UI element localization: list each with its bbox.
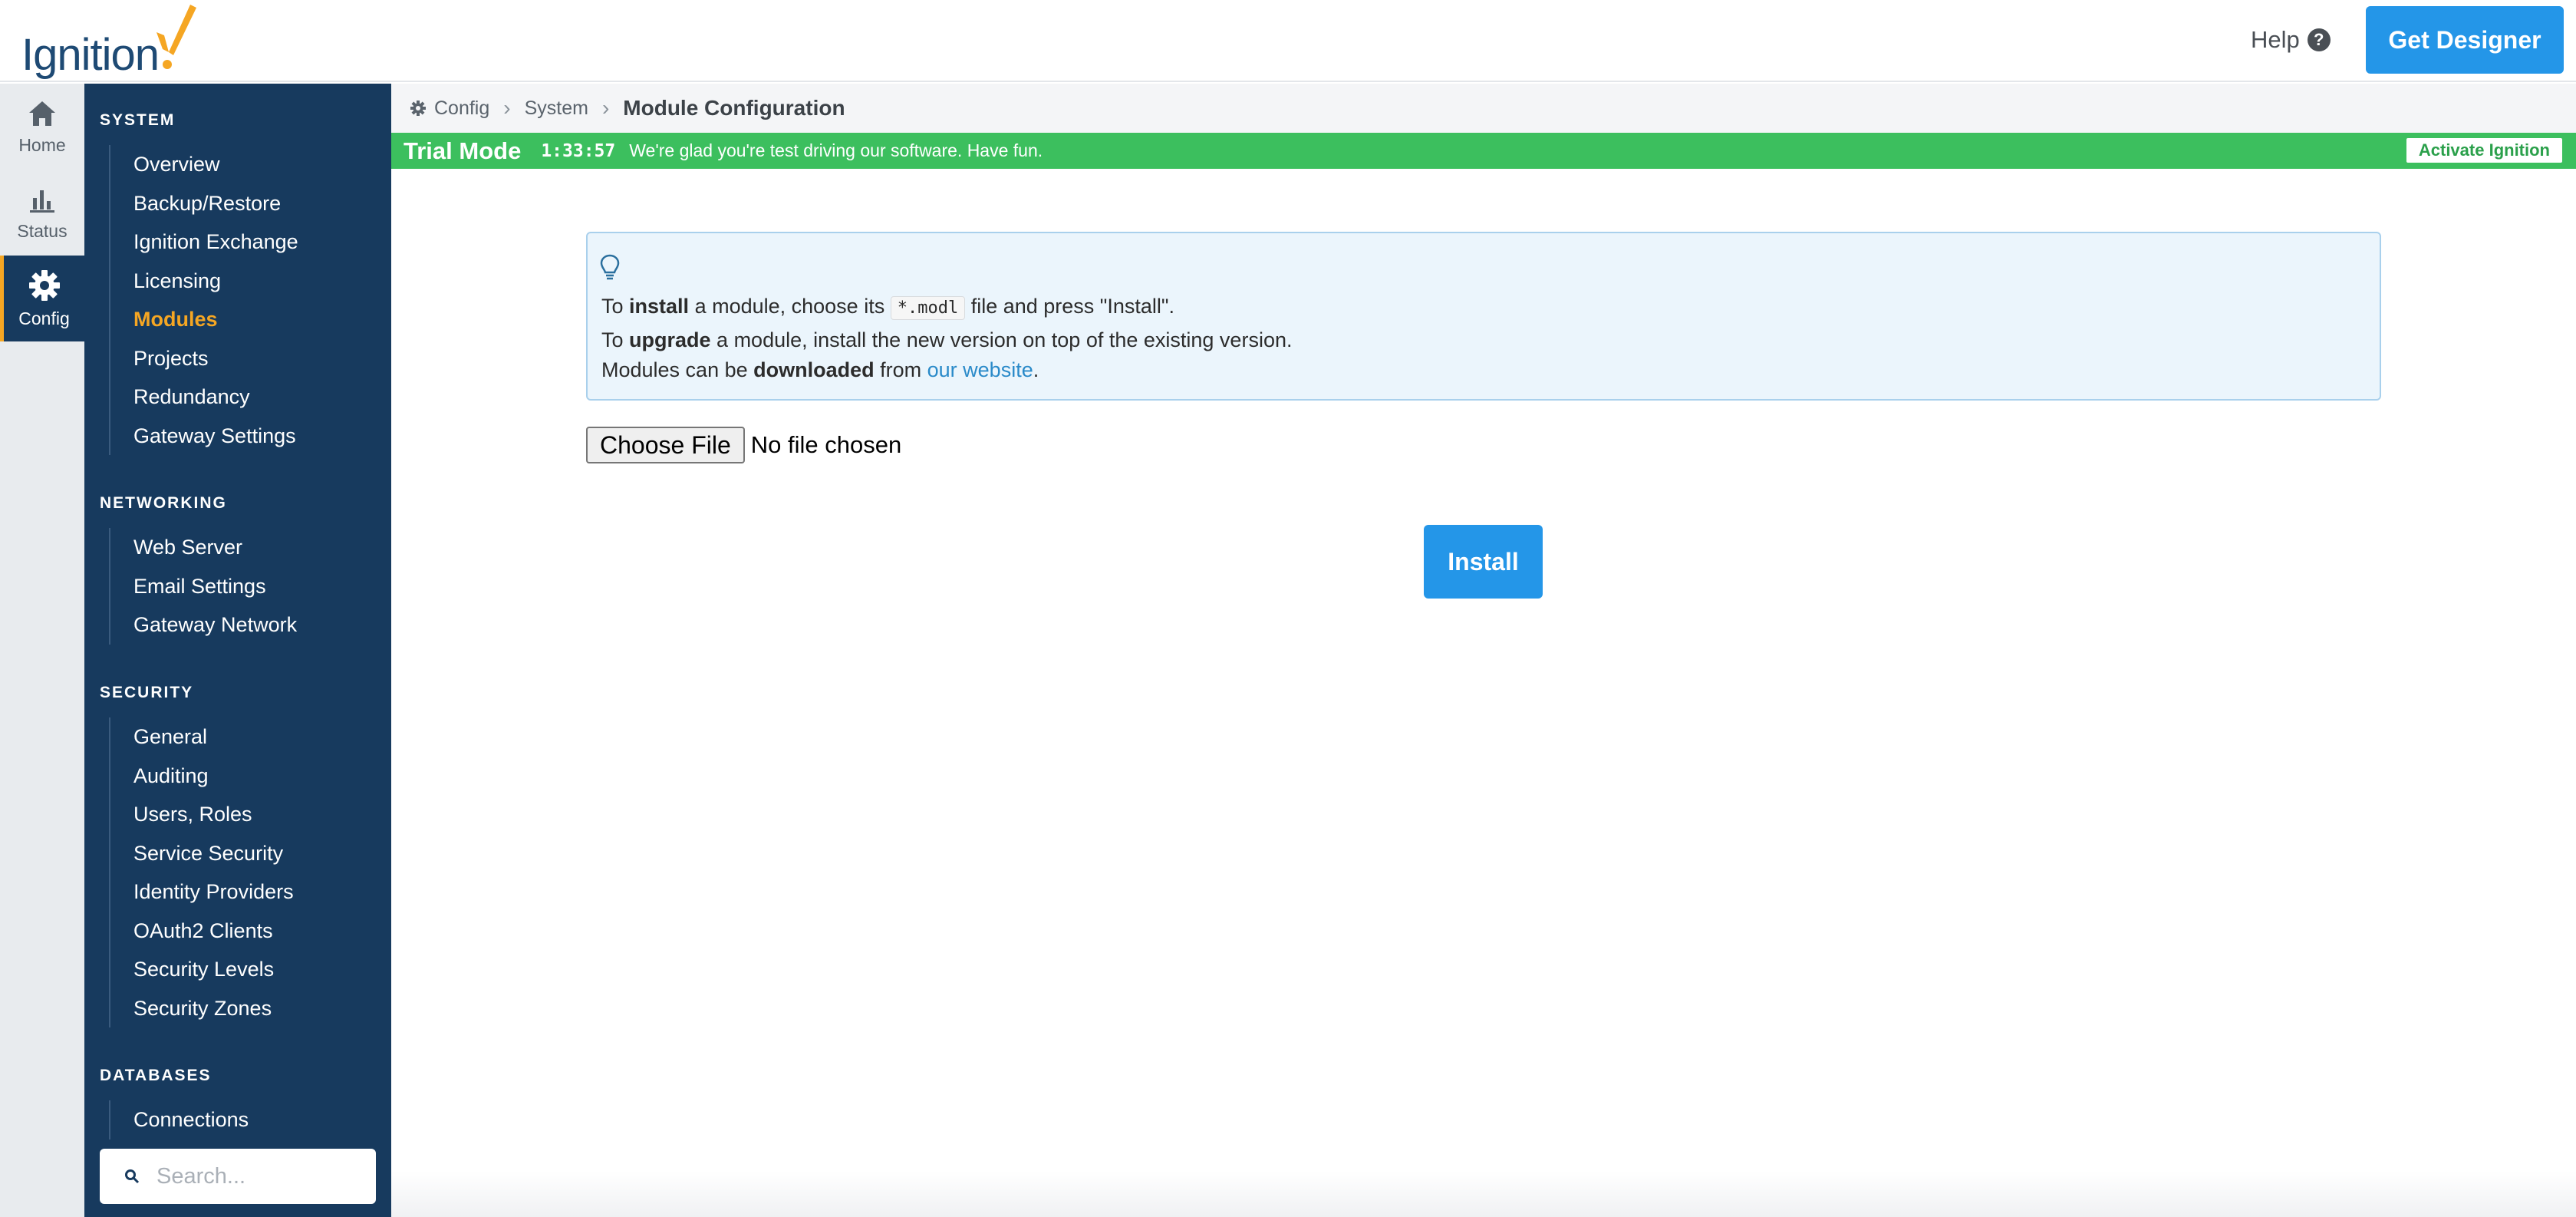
file-status: No file chosen	[750, 431, 902, 458]
sidebar-item-backup-restore[interactable]: Backup/Restore	[110, 184, 298, 223]
breadcrumb: Config › System › Module Configuration	[391, 84, 2576, 133]
info-line-install: To install a module, choose its *.modl f…	[601, 295, 1174, 320]
modl-extension: *.modl	[890, 296, 966, 320]
trial-message: We're glad you're test driving our softw…	[629, 140, 1043, 160]
sidebar-item-modules[interactable]: Modules	[110, 300, 298, 339]
rail-item-config[interactable]: Config	[0, 256, 84, 341]
get-designer-button[interactable]: Get Designer	[2366, 6, 2564, 74]
sidebar-item-overview[interactable]: Overview	[110, 145, 298, 184]
info-line-download: Modules can be downloaded from our websi…	[601, 358, 1039, 381]
trial-banner: Trial Mode 1:33:57 We're glad you're tes…	[391, 133, 2576, 169]
sidebar-item-auditing[interactable]: Auditing	[110, 757, 294, 796]
rail-item-home[interactable]: Home	[0, 84, 84, 170]
sidebar-search	[100, 1149, 376, 1204]
sidebar-item-connections[interactable]: Connections	[110, 1100, 249, 1139]
sidebar-item-redundancy[interactable]: Redundancy	[110, 378, 298, 417]
choose-file-button[interactable]: Choose File	[586, 427, 745, 463]
sidebar-item-identity-providers[interactable]: Identity Providers	[110, 872, 294, 912]
bottom-fade	[391, 1171, 2576, 1217]
sidebar-item-gateway-network[interactable]: Gateway Network	[110, 605, 297, 645]
rail-label-home: Home	[18, 134, 66, 155]
sidebar-item-licensing[interactable]: Licensing	[110, 262, 298, 301]
nav-group-databases: Connections	[109, 1100, 249, 1139]
search-icon	[125, 1169, 140, 1184]
nav-group-networking: Web Server Email Settings Gateway Networ…	[109, 528, 297, 645]
sidebar-item-ignition-exchange[interactable]: Ignition Exchange	[110, 223, 298, 262]
sidebar-item-security-zones[interactable]: Security Zones	[110, 989, 294, 1028]
nav-group-security: General Auditing Users, Roles Service Se…	[109, 717, 294, 1027]
section-title-databases: DATABASES	[100, 1067, 212, 1084]
gear-icon	[28, 269, 60, 301]
trial-timer: 1:33:57	[541, 140, 616, 161]
page-title: Module Configuration	[623, 96, 845, 120]
sidebar-item-email-settings[interactable]: Email Settings	[110, 567, 297, 606]
ignition-logo[interactable]: Ignition	[20, 0, 204, 82]
our-website-link[interactable]: our website	[927, 358, 1033, 381]
rail-label-config: Config	[18, 308, 70, 328]
sidebar-item-users-roles[interactable]: Users, Roles	[110, 795, 294, 834]
module-info-box: To install a module, choose its *.modl f…	[586, 232, 2381, 401]
activate-ignition-button[interactable]: Activate Ignition	[2406, 138, 2562, 163]
help-link[interactable]: Help ?	[2251, 23, 2331, 57]
rail-label-status: Status	[17, 220, 68, 241]
chevron-right-icon: ›	[503, 96, 511, 120]
bar-chart-icon	[30, 190, 54, 213]
logo-mark-icon	[156, 5, 196, 69]
help-label: Help	[2251, 26, 2300, 53]
gear-small-icon	[410, 101, 426, 116]
sidebar-item-web-server[interactable]: Web Server	[110, 528, 297, 567]
sidebar-item-security-levels[interactable]: Security Levels	[110, 950, 294, 989]
sidebar-item-oauth2-clients[interactable]: OAuth2 Clients	[110, 912, 294, 951]
chevron-right-icon: ›	[601, 96, 610, 120]
breadcrumb-system[interactable]: System	[525, 97, 588, 120]
nav-group-system: Overview Backup/Restore Ignition Exchang…	[109, 145, 298, 455]
lightbulb-icon	[600, 254, 620, 280]
install-button[interactable]: Install	[1424, 525, 1543, 599]
info-line-upgrade: To upgrade a module, install the new ver…	[601, 328, 1293, 351]
breadcrumb-config[interactable]: Config	[434, 97, 489, 120]
module-file-input: Choose File No file chosen	[586, 427, 901, 463]
question-icon: ?	[2307, 28, 2331, 51]
logo-text: Ignition	[21, 30, 160, 80]
sidebar-item-projects[interactable]: Projects	[110, 339, 298, 378]
section-title-security: SECURITY	[100, 684, 194, 701]
top-header: Ignition Help ? Get Designer	[0, 0, 2576, 82]
sidebar-item-gateway-settings[interactable]: Gateway Settings	[110, 417, 298, 456]
sidebar-item-general[interactable]: General	[110, 717, 294, 757]
trial-title: Trial Mode	[404, 137, 522, 164]
rail-item-status[interactable]: Status	[0, 170, 84, 256]
config-sidebar: SYSTEM Overview Backup/Restore Ignition …	[84, 84, 391, 1217]
left-rail: Home Status Config	[0, 84, 84, 1217]
home-icon	[29, 101, 55, 126]
section-title-networking: NETWORKING	[100, 494, 227, 512]
sidebar-item-service-security[interactable]: Service Security	[110, 834, 294, 873]
section-title-system: SYSTEM	[100, 111, 176, 129]
sidebar-search-input[interactable]	[156, 1163, 356, 1189]
